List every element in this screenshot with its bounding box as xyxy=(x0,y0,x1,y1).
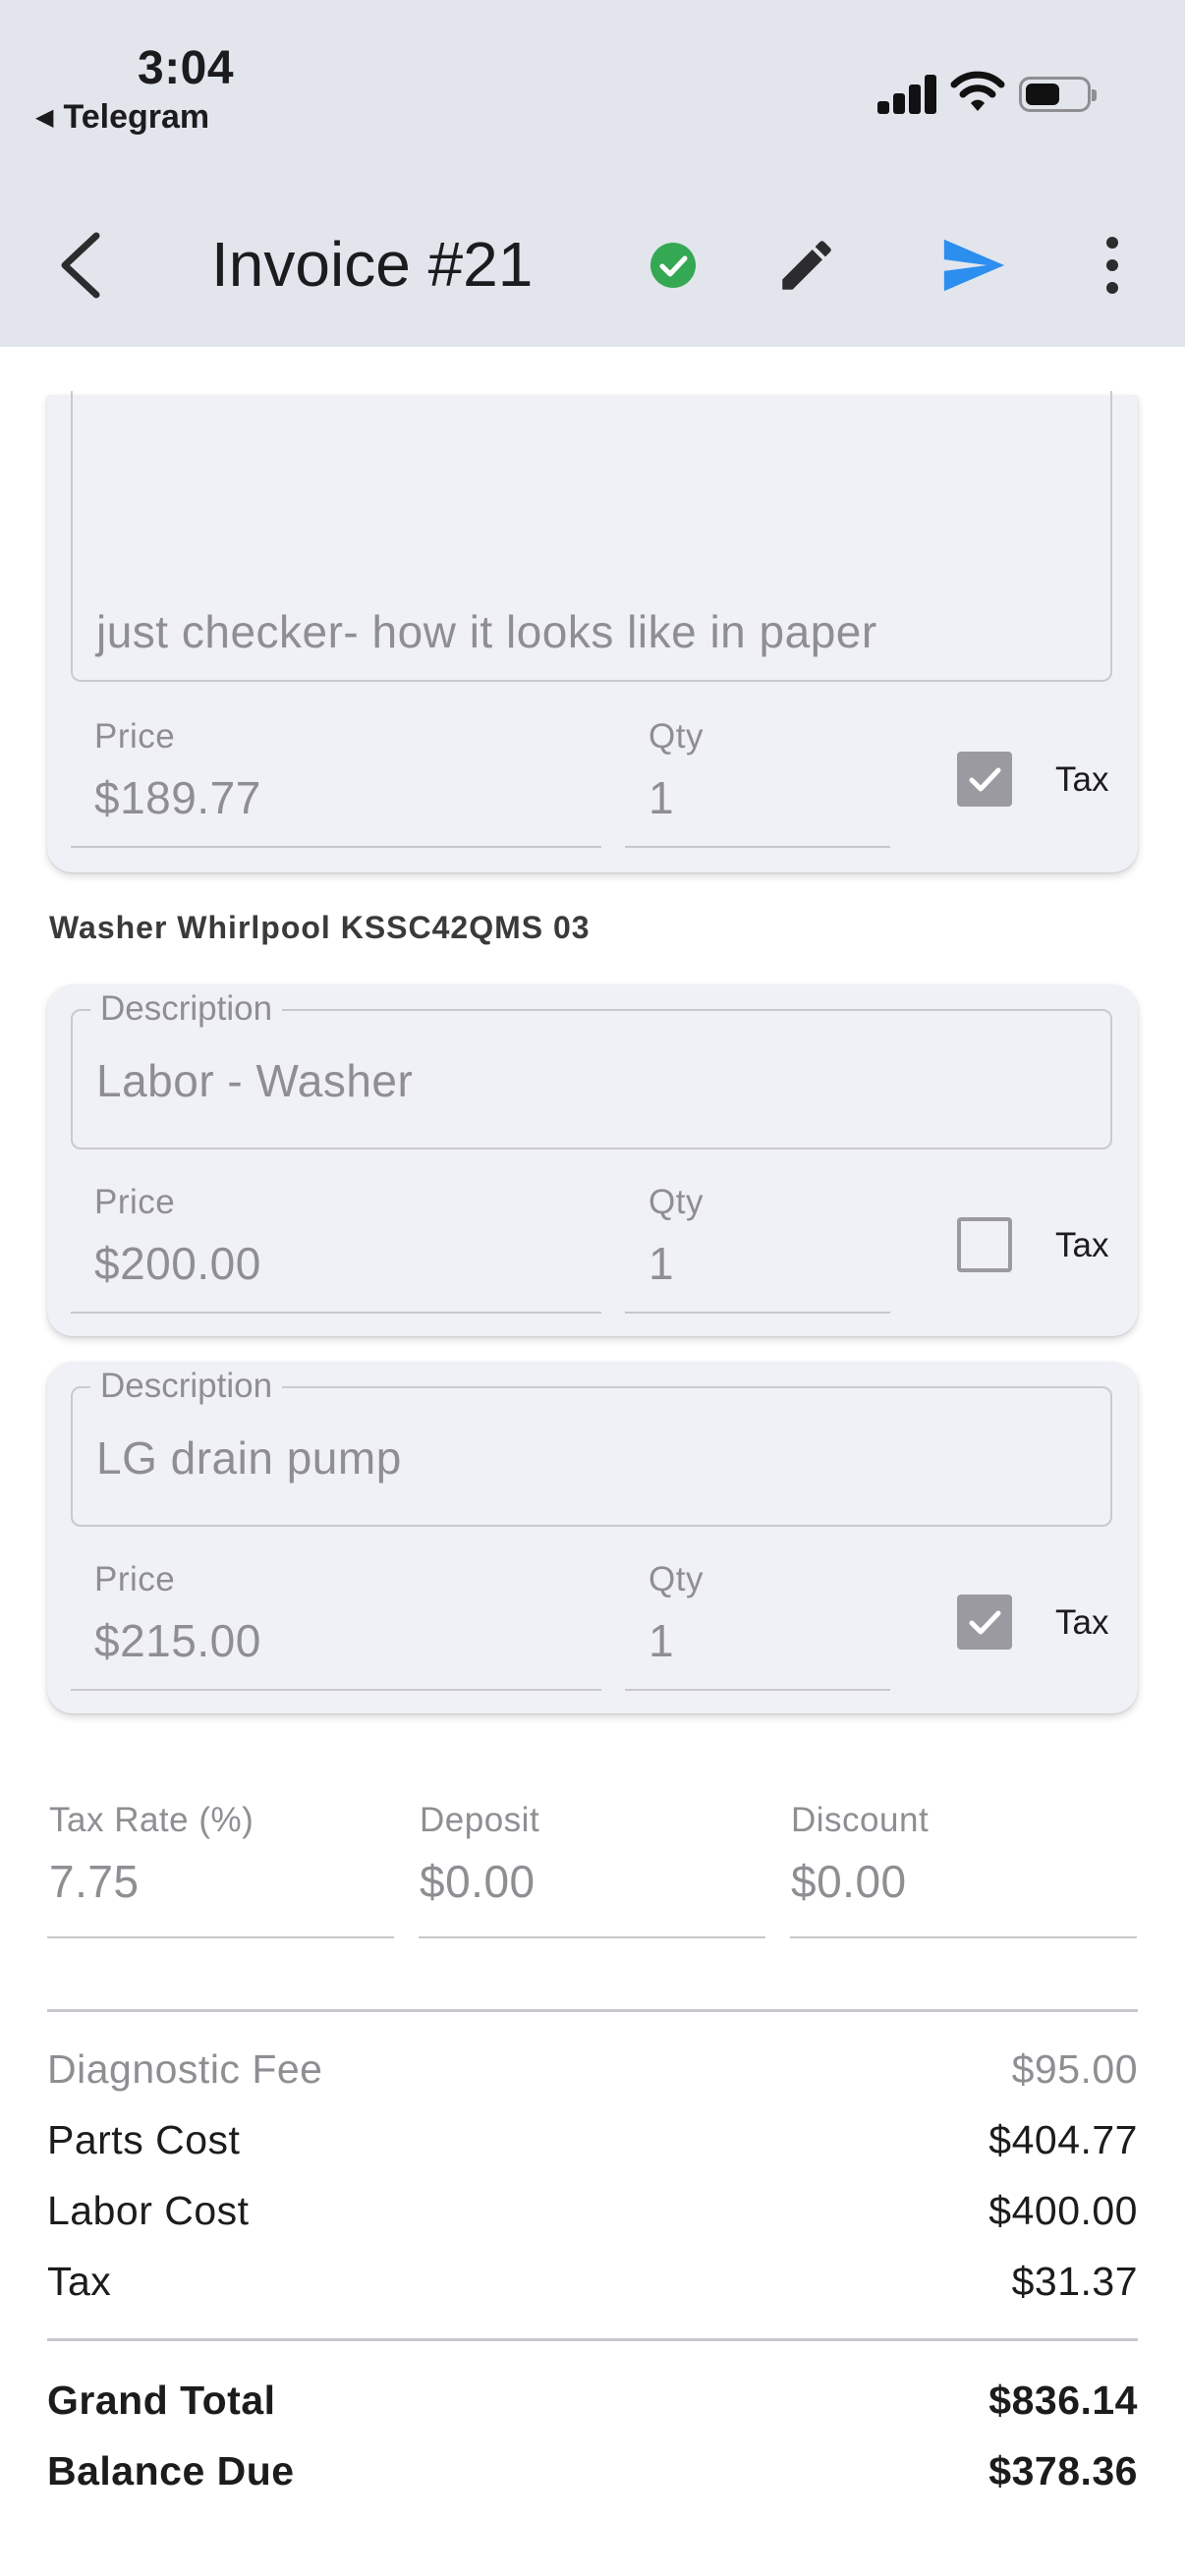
parts-cost-value: $404.77 xyxy=(988,2117,1138,2162)
price-input[interactable]: $200.00 xyxy=(94,1237,261,1290)
edit-pencil-icon[interactable] xyxy=(774,233,839,298)
deposit-input[interactable]: $0.00 xyxy=(420,1855,536,1908)
tax-total-value: $31.37 xyxy=(1011,2259,1138,2304)
qty-input[interactable]: 1 xyxy=(649,771,674,824)
check-circle-icon[interactable] xyxy=(649,241,698,290)
back-triangle-icon: ◀ xyxy=(35,104,54,131)
tax-label: Tax xyxy=(1055,760,1109,799)
deposit-underline xyxy=(419,1936,765,1938)
price-input[interactable]: $215.00 xyxy=(94,1614,261,1667)
description-value: Labor - Washer xyxy=(96,1055,414,1106)
battery-icon xyxy=(1019,77,1097,112)
tax-label: Tax xyxy=(1055,1603,1109,1642)
description-label: Description xyxy=(90,989,283,1029)
tax-rate-input[interactable]: 7.75 xyxy=(49,1855,140,1908)
labor-cost-value: $400.00 xyxy=(988,2188,1138,2233)
description-value: LG drain pump xyxy=(96,1432,402,1484)
line-item-card: Description LG drain pump Price $215.00 … xyxy=(47,1362,1138,1713)
tax-checkbox[interactable] xyxy=(957,752,1012,807)
qty-underline xyxy=(625,1689,890,1691)
grand-total-value: $836.14 xyxy=(988,2378,1138,2423)
description-field[interactable]: just checker- how it looks like in paper xyxy=(71,391,1112,682)
price-input[interactable]: $189.77 xyxy=(94,771,261,824)
price-label: Price xyxy=(94,1183,176,1221)
description-label: Description xyxy=(90,1367,283,1406)
cellular-signal-icon xyxy=(877,73,938,114)
tax-label: Tax xyxy=(1055,1226,1109,1264)
tax-rate-label: Tax Rate (%) xyxy=(49,1801,254,1839)
qty-label: Qty xyxy=(649,717,704,756)
description-field[interactable]: Description LG drain pump xyxy=(71,1367,1112,1527)
discount-input[interactable]: $0.00 xyxy=(791,1855,907,1908)
qty-underline xyxy=(625,1312,890,1314)
labor-cost-label: Labor Cost xyxy=(47,2188,250,2233)
balance-due-value: $378.36 xyxy=(988,2448,1138,2493)
price-underline xyxy=(71,846,601,848)
qty-input[interactable]: 1 xyxy=(649,1237,674,1290)
description-value: just checker- how it looks like in paper xyxy=(96,606,877,657)
line-item-card: just checker- how it looks like in paper… xyxy=(47,391,1138,872)
price-underline xyxy=(71,1312,601,1314)
qty-label: Qty xyxy=(649,1560,704,1598)
send-icon[interactable] xyxy=(938,231,1007,300)
status-time: 3:04 xyxy=(138,42,235,94)
wifi-icon xyxy=(950,71,1005,111)
more-vertical-icon[interactable] xyxy=(1091,233,1134,298)
price-underline xyxy=(71,1689,601,1691)
diagnostic-fee-value: $95.00 xyxy=(1011,2046,1138,2092)
tax-checkbox[interactable] xyxy=(957,1217,1012,1272)
back-app-label: Telegram xyxy=(63,98,210,136)
top-bar: 3:04 ◀ Telegram Invoice #21 xyxy=(0,0,1185,347)
tax-total-label: Tax xyxy=(47,2259,112,2304)
deposit-label: Deposit xyxy=(420,1801,540,1839)
qty-underline xyxy=(625,846,890,848)
price-label: Price xyxy=(94,1560,176,1598)
diagnostic-fee-label: Diagnostic Fee xyxy=(47,2046,323,2092)
back-to-app-link[interactable]: ◀ Telegram xyxy=(35,98,209,137)
line-item-card: Description Labor - Washer Price $200.00… xyxy=(47,984,1138,1336)
grand-total-label: Grand Total xyxy=(47,2378,276,2423)
tax-checkbox[interactable] xyxy=(957,1595,1012,1650)
qty-label: Qty xyxy=(649,1183,704,1221)
totals-divider xyxy=(47,2338,1138,2341)
tax-rate-underline xyxy=(47,1936,394,1938)
back-chevron-icon[interactable] xyxy=(51,228,114,303)
summary-divider xyxy=(47,2009,1138,2012)
discount-underline xyxy=(790,1936,1137,1938)
price-label: Price xyxy=(94,717,176,756)
qty-input[interactable]: 1 xyxy=(649,1614,674,1667)
balance-due-label: Balance Due xyxy=(47,2448,295,2493)
discount-label: Discount xyxy=(791,1801,930,1839)
description-field[interactable]: Description Labor - Washer xyxy=(71,989,1112,1149)
appliance-section-title: Washer Whirlpool KSSC42QMS 03 xyxy=(49,910,591,945)
page-title: Invoice #21 xyxy=(211,229,534,300)
parts-cost-label: Parts Cost xyxy=(47,2117,241,2162)
